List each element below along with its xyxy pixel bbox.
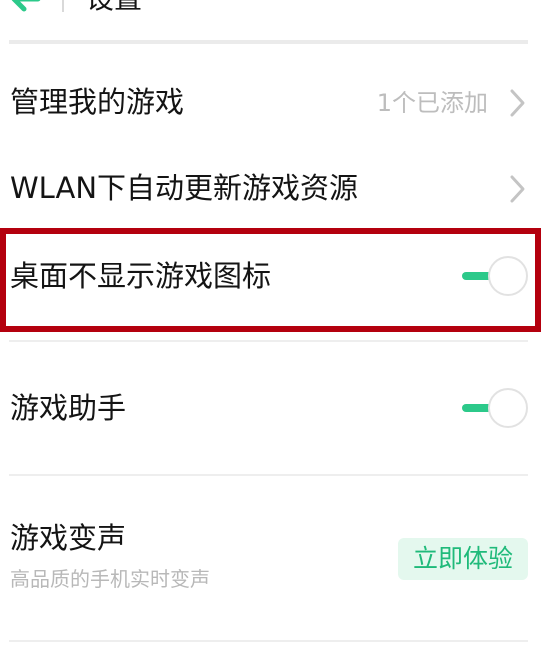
arrow-left-icon[interactable] bbox=[8, 0, 42, 14]
header-separator bbox=[9, 40, 528, 44]
row-wlan-auto-update[interactable]: WLAN下自动更新游戏资源 bbox=[0, 156, 541, 220]
row-label: WLAN下自动更新游戏资源 bbox=[10, 171, 359, 205]
header-bar: 设置 bbox=[0, 0, 541, 20]
settings-screen: 设置 管理我的游戏 1个已添加 WLAN下自动更新游戏资源 桌面不显示游戏图标 … bbox=[0, 0, 541, 647]
row-game-assistant: 游戏助手 bbox=[0, 372, 541, 448]
row-divider bbox=[9, 640, 528, 642]
row-label: 游戏助手 bbox=[10, 391, 127, 425]
row-sublabel: 高品质的手机实时变声 bbox=[10, 567, 210, 591]
row-label: 游戏变声 bbox=[10, 521, 127, 555]
toggle-knob bbox=[488, 388, 528, 428]
chevron-right-icon bbox=[510, 175, 525, 203]
page-title: 设置 bbox=[86, 0, 142, 16]
row-manage-games[interactable]: 管理我的游戏 1个已添加 bbox=[0, 70, 541, 134]
try-now-button[interactable]: 立即体验 bbox=[398, 538, 528, 580]
chevron-right-icon bbox=[510, 89, 525, 117]
row-value: 1个已添加 bbox=[376, 89, 488, 117]
row-divider bbox=[9, 474, 528, 476]
row-voice-changer: 游戏变声 高品质的手机实时变声 立即体验 bbox=[0, 510, 541, 610]
highlight-frame bbox=[0, 228, 541, 332]
row-label: 管理我的游戏 bbox=[10, 85, 185, 119]
game-assistant-toggle[interactable] bbox=[462, 388, 528, 428]
header-divider bbox=[62, 0, 64, 12]
row-divider bbox=[9, 340, 528, 342]
